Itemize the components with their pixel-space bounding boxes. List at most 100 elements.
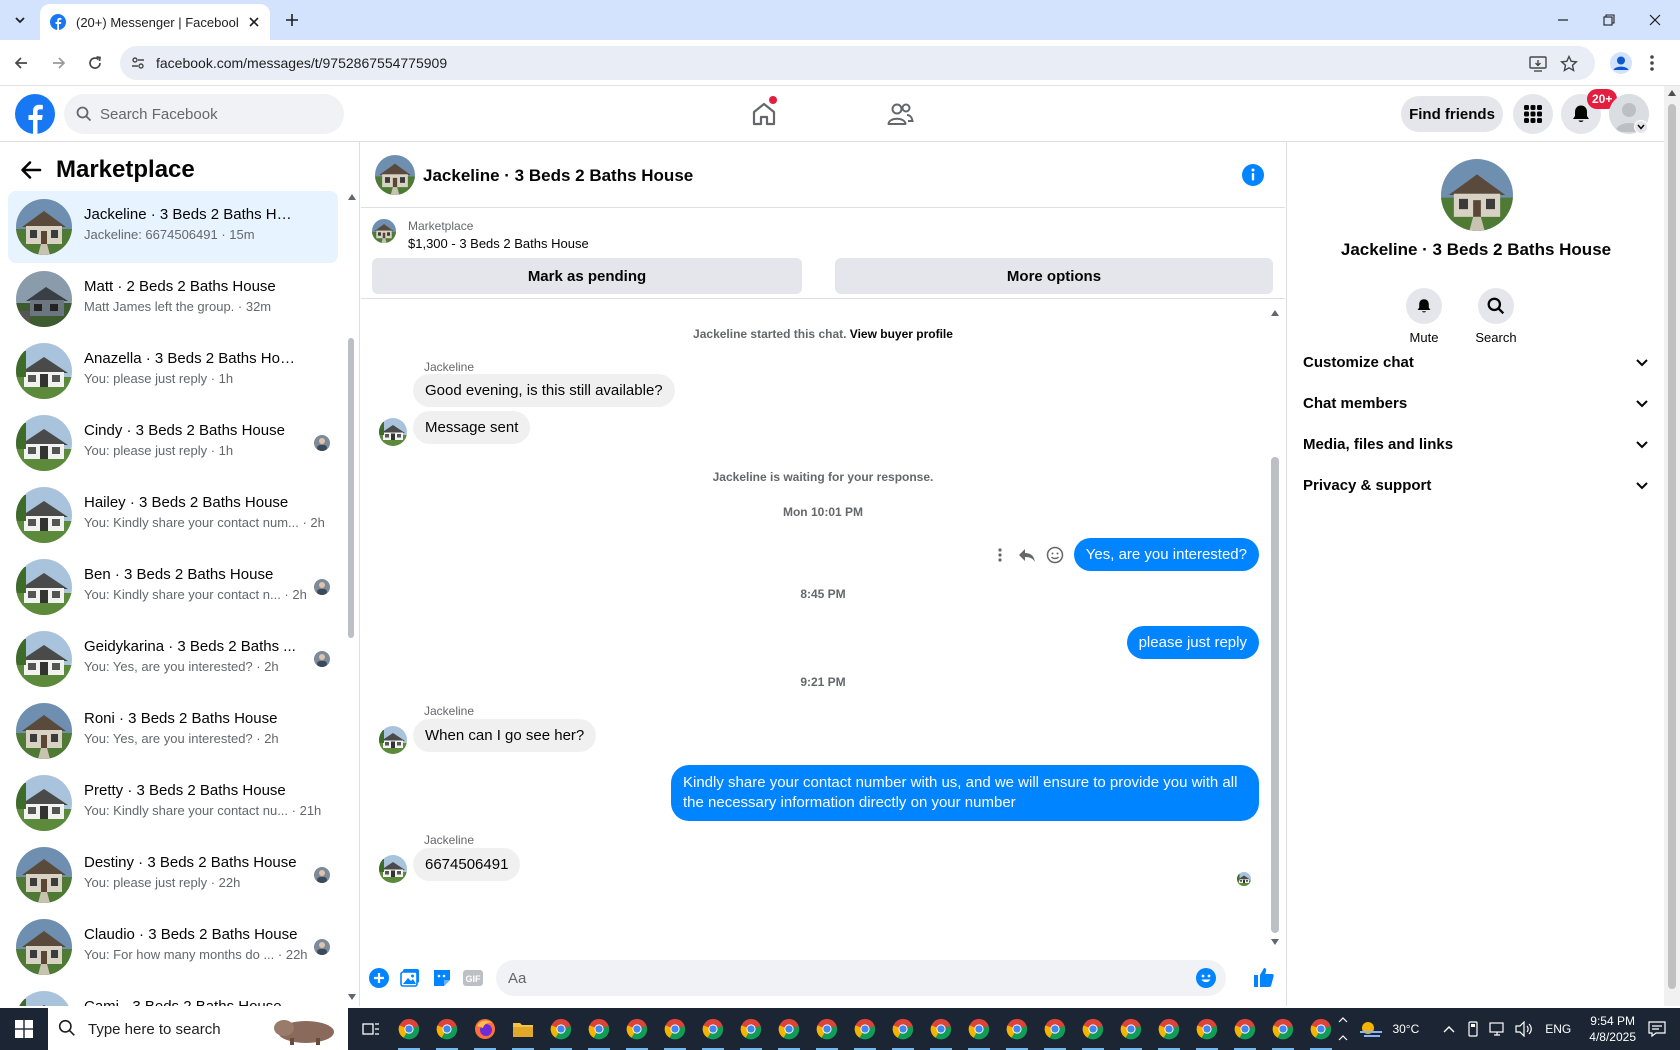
conversation-item[interactable]: Cami · 3 Beds 2 Baths House [8,983,338,1006]
incoming-message[interactable]: Good evening, is this still available? [413,374,675,407]
firefox-app-icon[interactable] [466,1008,504,1050]
task-view-icon[interactable] [352,1008,390,1050]
conversation-item[interactable]: Roni · 3 Beds 2 Baths House You: Yes, are… [8,695,338,767]
chat-info-avatar[interactable] [1441,159,1513,231]
react-emoji-icon[interactable] [1045,545,1065,565]
chrome-app-icon[interactable] [656,1008,694,1050]
taskbar-search-box[interactable]: Type here to search [48,1008,348,1050]
conversation-item[interactable]: Anazella · 3 Beds 2 Baths House You: plea… [8,335,338,407]
minimize-window-icon[interactable] [1540,0,1586,40]
thread-title[interactable]: Jackeline · 3 Beds 2 Baths House [423,166,693,186]
info-icon[interactable] [1242,164,1264,186]
conversation-item[interactable]: Hailey · 3 Beds 2 Baths House You: Kindly… [8,479,338,551]
reply-icon[interactable] [1017,545,1037,565]
notification-center-icon[interactable] [1648,1020,1666,1038]
network-icon[interactable] [1489,1021,1507,1037]
site-info-icon[interactable] [130,55,146,71]
incoming-message[interactable]: 6674506491 [413,848,521,881]
chrome-app-icon[interactable] [922,1008,960,1050]
close-tab-icon[interactable] [248,16,260,28]
chrome-app-icon[interactable] [1188,1008,1226,1050]
mark-as-pending-button[interactable]: Mark as pending [372,258,802,294]
conversation-item[interactable]: Pretty · 3 Beds 2 Baths House You: Kindly… [8,767,338,839]
file-explorer-icon[interactable] [504,1008,542,1050]
chrome-app-icon[interactable] [732,1008,770,1050]
back-arrow-icon[interactable] [8,50,34,76]
chat-info-section[interactable]: Media, files and links [1303,422,1649,466]
sticker-icon[interactable] [431,967,453,989]
chrome-app-icon[interactable] [1264,1008,1302,1050]
chrome-app-icon[interactable] [1036,1008,1074,1050]
new-tab-icon[interactable] [280,8,304,32]
chrome-app-icon[interactable] [998,1008,1036,1050]
bookmark-star-icon[interactable] [1559,54,1579,74]
conversation-list-scrollbar[interactable] [348,338,354,638]
tab-search-dropdown-icon[interactable] [8,8,32,32]
chrome-app-icon[interactable] [694,1008,732,1050]
chat-info-section[interactable]: Chat members [1303,381,1649,425]
restore-window-icon[interactable] [1586,0,1632,40]
home-nav-button[interactable] [744,96,784,132]
conversation-item[interactable]: Destiny · 3 Beds 2 Baths House You: pleas… [8,839,338,911]
chrome-app-icon[interactable] [1150,1008,1188,1050]
attach-photo-icon[interactable] [399,967,421,989]
chrome-app-icon[interactable] [1226,1008,1264,1050]
install-app-icon[interactable] [1528,54,1548,74]
chrome-app-icon[interactable] [960,1008,998,1050]
outgoing-message[interactable]: Yes, are you interested? [1073,538,1259,571]
emoji-picker-icon[interactable] [1196,968,1216,988]
thread-avatar[interactable] [375,155,415,195]
scroll-up-arrow-icon[interactable] [1271,310,1279,316]
chrome-app-icon[interactable] [428,1008,466,1050]
tray-overflow-chevron-icon[interactable] [1338,1014,1348,1044]
more-actions-icon[interactable] [990,545,1010,565]
conversation-item[interactable]: Cindy · 3 Beds 2 Baths House You: please … [8,407,338,479]
friends-nav-button[interactable] [880,96,920,132]
chrome-app-icon[interactable] [1302,1008,1340,1050]
thread-scrollbar[interactable] [1271,457,1279,933]
profile-icon[interactable] [1610,52,1632,74]
chrome-app-icon[interactable] [390,1008,428,1050]
chrome-app-icon[interactable] [846,1008,884,1050]
outgoing-message[interactable]: please just reply [1126,626,1259,659]
chrome-app-icon[interactable] [542,1008,580,1050]
account-chevron-icon[interactable] [1634,120,1648,134]
volume-icon[interactable] [1515,1021,1533,1037]
language-indicator[interactable]: ENG [1545,1022,1571,1036]
chrome-app-icon[interactable] [770,1008,808,1050]
forward-arrow-icon[interactable] [46,50,72,76]
chrome-app-icon[interactable] [1074,1008,1112,1050]
weather-icon[interactable] [1358,1018,1384,1040]
message-input[interactable]: Aa [496,960,1226,996]
incoming-message[interactable]: Message sent [413,411,531,444]
search-conversation-button[interactable]: Search [1466,288,1526,345]
find-friends-button[interactable]: Find friends [1401,96,1503,132]
mute-button[interactable]: Mute [1394,288,1454,345]
chrome-app-icon[interactable] [884,1008,922,1050]
conversation-item[interactable]: Jackeline · 3 Beds 2 Baths House Jackelin… [8,191,338,263]
menu-grid-button[interactable] [1513,94,1553,134]
browser-tab-messenger[interactable]: (20+) Messenger | Facebook [40,4,270,40]
reload-icon[interactable] [82,50,108,76]
scroll-down-arrow-icon[interactable] [348,994,356,1000]
incoming-message[interactable]: When can I go see her? [413,719,597,752]
chrome-app-icon[interactable] [808,1008,846,1050]
outgoing-message[interactable]: Kindly share your contact number with us… [671,765,1259,821]
chrome-app-icon[interactable] [580,1008,618,1050]
page-scrollbar[interactable] [1664,86,1680,1006]
facebook-search-input[interactable]: Search Facebook [64,94,344,134]
address-bar[interactable]: facebook.com/messages/t/9752867554775909 [120,46,1595,80]
add-attachment-icon[interactable] [368,967,390,989]
chrome-app-icon[interactable] [618,1008,656,1050]
chat-info-section[interactable]: Privacy & support [1303,463,1649,507]
close-window-icon[interactable] [1632,0,1678,40]
facebook-logo[interactable] [15,94,55,134]
more-options-button[interactable]: More options [835,258,1273,294]
back-arrow-icon[interactable] [20,160,42,180]
temperature-text[interactable]: 30°C [1392,1022,1419,1036]
usb-device-icon[interactable] [1465,1021,1481,1037]
conversation-item[interactable]: Matt · 2 Beds 2 Baths House Matt James le… [8,263,338,335]
listing-title[interactable]: $1,300 - 3 Beds 2 Baths House [408,236,589,251]
conversation-item[interactable]: Claudio · 3 Beds 2 Baths House You: For h… [8,911,338,983]
listing-thumbnail[interactable] [372,219,396,243]
